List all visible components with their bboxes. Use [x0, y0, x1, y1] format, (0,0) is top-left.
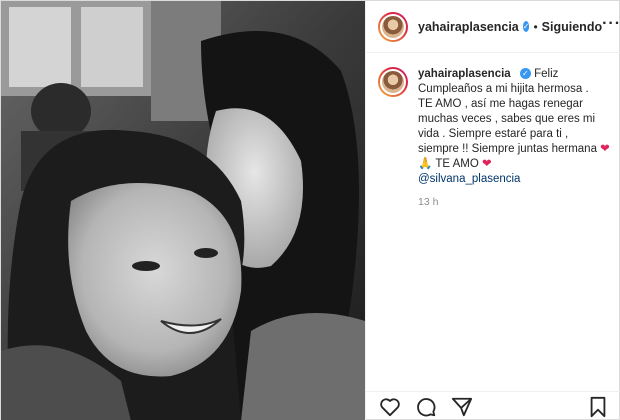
- black-and-white-photo: [1, 1, 365, 420]
- separator-dot: •: [533, 19, 538, 34]
- action-bar: [366, 391, 620, 420]
- red-heart-emoji: ❤: [600, 143, 610, 155]
- like-button[interactable]: [378, 395, 402, 419]
- following-button[interactable]: Siguiendo: [542, 20, 602, 34]
- comment-button[interactable]: [414, 395, 438, 419]
- verified-badge-icon: ✓: [522, 21, 530, 32]
- comment-bubble-icon: [417, 397, 436, 416]
- post-sidebar: yahairaplasencia ✓ • Siguiendo ··· yahai…: [365, 1, 620, 420]
- post-header: yahairaplasencia ✓ • Siguiendo ···: [366, 1, 620, 53]
- mention-link[interactable]: @silvana_plasencia: [418, 172, 610, 187]
- instagram-post: yahairaplasencia ✓ • Siguiendo ··· yahai…: [0, 0, 620, 420]
- caption-avatar[interactable]: [378, 67, 408, 97]
- timestamp[interactable]: 13 h: [418, 195, 610, 210]
- verified-badge-icon: ✓: [519, 68, 531, 80]
- comments-area: yahairaplasencia ✓ Feliz Cumpleaños a mi…: [366, 53, 620, 373]
- red-heart-emoji-2: ❤: [481, 158, 492, 170]
- header-username[interactable]: yahairaplasencia: [418, 20, 519, 34]
- bookmark-icon: [590, 396, 606, 417]
- share-button[interactable]: [450, 395, 474, 419]
- save-button[interactable]: [586, 395, 610, 419]
- caption-username[interactable]: yahairaplasencia: [418, 68, 511, 80]
- heart-outline-icon: [380, 397, 400, 416]
- more-options-icon[interactable]: ···: [602, 15, 620, 35]
- avatar[interactable]: [378, 11, 408, 42]
- folded-hands-emoji: 🙏: [418, 158, 433, 170]
- caption: yahairaplasencia ✓ Feliz Cumpleaños a mi…: [378, 67, 610, 210]
- caption-body: yahairaplasencia ✓ Feliz Cumpleaños a mi…: [418, 67, 610, 210]
- paper-plane-icon: [451, 397, 473, 416]
- post-photo[interactable]: [1, 1, 365, 420]
- caption-line-3: TE AMO: [435, 158, 479, 170]
- caption-line-2: TE AMO , así me hagas renegar muchas vec…: [418, 98, 597, 155]
